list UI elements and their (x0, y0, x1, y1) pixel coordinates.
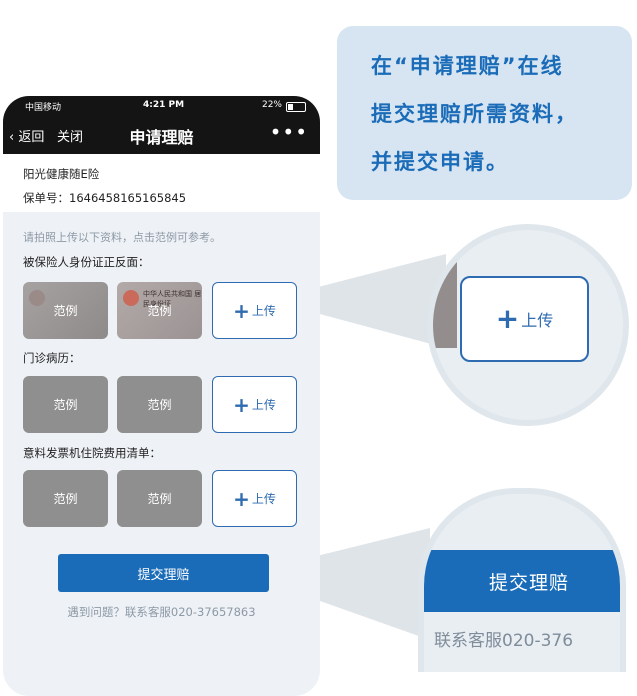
sample-label: 范例 (53, 492, 78, 506)
magnified-help-text: 联系客服020-376 (434, 631, 574, 651)
plus-icon: + (233, 392, 250, 417)
upload-medical-record-button[interactable]: + 上传 (212, 376, 297, 433)
callout-line-3: 并提交申请。 (371, 150, 509, 174)
section-title-invoice: 意料发票机住院费用清单： (23, 446, 161, 460)
upload-label: 上传 (251, 398, 276, 412)
plus-icon: + (495, 302, 520, 335)
sample-medical-1[interactable]: 范例 (23, 376, 108, 433)
magnified-submit-button: 提交理赔 (424, 550, 620, 612)
sample-label: 范例 (53, 304, 78, 318)
section-title-id-card: 被保险人身份证正反面： (23, 255, 150, 269)
clock: 4:21 PM (143, 100, 185, 110)
upload-label: 上传 (251, 304, 276, 318)
section-title-medical-record: 门诊病历： (23, 351, 81, 365)
more-menu-button[interactable]: ••• (270, 120, 308, 144)
id-card-decoration (29, 290, 45, 306)
policy-name: 阳光健康随E险 (23, 167, 100, 181)
status-bar: 中国移动 4:21 PM 22% (3, 96, 320, 116)
plus-icon: + (233, 486, 250, 511)
emblem-icon (123, 290, 139, 306)
callout-line-1: 在“申请理赔”在线 (371, 54, 564, 78)
upload-invoice-button[interactable]: + 上传 (212, 470, 297, 527)
sample-invoice-1[interactable]: 范例 (23, 470, 108, 527)
sample-invoice-2[interactable]: 范例 (117, 470, 202, 527)
magnified-upload-button: + 上传 (460, 276, 589, 362)
battery-icon (286, 102, 306, 112)
magnifier-submit: 提交理赔 联系客服020-376 (418, 488, 626, 672)
sample-label: 范例 (147, 492, 172, 506)
upload-label: 上传 (251, 492, 276, 506)
nav-bar: ‹ 返回 关闭 申请理赔 ••• (3, 116, 320, 154)
upload-id-card-button[interactable]: + 上传 (212, 282, 297, 339)
sample-medical-2[interactable]: 范例 (117, 376, 202, 433)
battery-percent: 22% (261, 100, 282, 110)
sample-id-front[interactable]: 范例 (23, 282, 108, 339)
policy-number: 保单号：1646458165165845 (23, 191, 187, 205)
upload-hint: 请拍照上传以下资料，点击范例可参考。 (23, 231, 221, 244)
help-contact[interactable]: 遇到问题？联系客服020-37657863 (3, 604, 320, 620)
submit-claim-button[interactable]: 提交理赔 (58, 554, 269, 592)
sample-label: 范例 (147, 398, 172, 412)
instruction-callout: 在“申请理赔”在线 提交理赔所需资料， 并提交申请。 (337, 26, 632, 200)
phone-screen: 中国移动 4:21 PM 22% ‹ 返回 关闭 申请理赔 ••• 阳光健康随E… (3, 96, 320, 696)
id-card-edge (433, 258, 457, 348)
sample-label: 范例 (147, 304, 172, 318)
magnifier-upload: + 上传 (427, 224, 629, 426)
policy-info: 阳光健康随E险 保单号：1646458165165845 (3, 154, 320, 212)
plus-icon: + (233, 298, 250, 323)
callout-line-2: 提交理赔所需资料， (371, 102, 578, 126)
carrier-label: 中国移动 (25, 103, 62, 113)
sample-label: 范例 (53, 398, 78, 412)
sample-id-back[interactable]: 中华人民共和国 居民身份证 范例 (117, 282, 202, 339)
magnified-upload-label: 上传 (521, 311, 554, 330)
